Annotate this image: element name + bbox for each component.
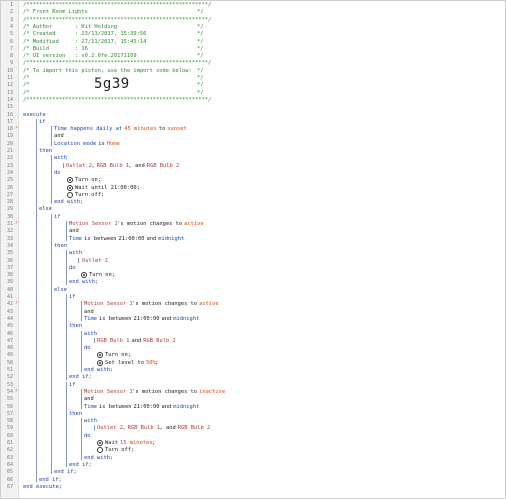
- action-bullet-icon: [97, 447, 103, 454]
- block-bracket: [81, 330, 84, 373]
- action-bullet-icon: [97, 359, 103, 366]
- block-bracket: [51, 213, 54, 475]
- block-bracket: [66, 221, 69, 241]
- block-bracket: [66, 294, 69, 380]
- action-bullet-icon: [97, 352, 103, 359]
- keyword-end-execute: end execute;: [23, 483, 62, 490]
- block-bracket: [81, 388, 84, 409]
- code-line: 67 end execute;: [1, 483, 505, 491]
- action-bullet-icon: [97, 440, 103, 446]
- action-bullet-icon: [67, 177, 73, 184]
- block-bracket: [81, 418, 84, 460]
- condition-flag-icon[interactable]: ⚡: [15, 221, 19, 226]
- block-bracket: [51, 155, 54, 205]
- piston-code-editor: 1/**************************************…: [0, 0, 506, 499]
- block-bracket: [66, 381, 69, 468]
- action-bullet-icon: [67, 184, 73, 191]
- line-number: 67: [6, 483, 13, 490]
- block-bracket: [51, 126, 54, 146]
- action-bullet-icon: [67, 191, 73, 198]
- condition-flag-icon[interactable]: ⚡: [15, 388, 19, 394]
- block-bracket: [81, 301, 84, 322]
- block-bracket: [36, 118, 39, 482]
- block-bracket: [63, 162, 66, 168]
- condition-flag-icon[interactable]: ⚡: [15, 301, 19, 306]
- block-bracket: [94, 337, 97, 344]
- action-bullet-icon: [81, 272, 87, 279]
- condition-flag-icon[interactable]: ⚡: [15, 126, 19, 131]
- block-bracket: [94, 425, 97, 431]
- block-bracket: [66, 250, 69, 285]
- block-bracket: [78, 257, 81, 263]
